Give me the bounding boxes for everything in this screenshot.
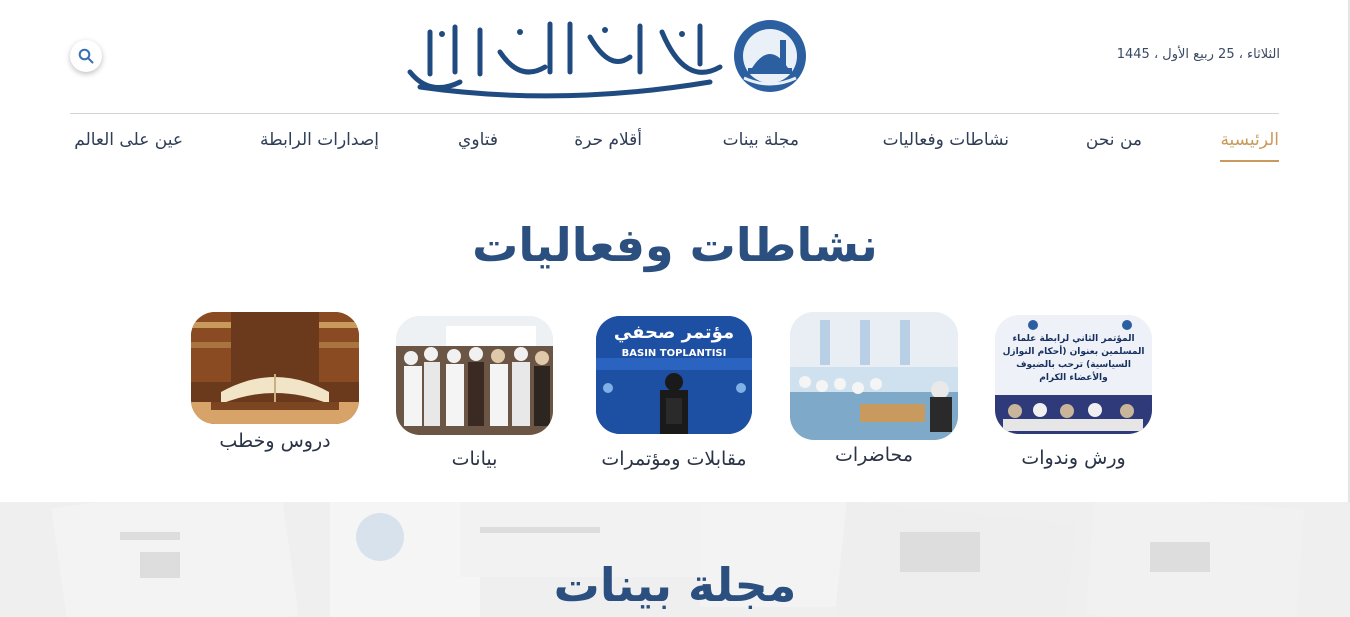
activity-label: محاضرات (834, 444, 913, 466)
hijri-date: الثلاثاء ، 25 ربيع الأول ، 1445 (1116, 47, 1280, 62)
nav-fatwas[interactable]: فتاوي (458, 130, 498, 150)
conferences-image-title: مؤتمر صحفي (613, 322, 735, 343)
search-icon (78, 48, 94, 64)
nav-magazine[interactable]: مجلة بينات (723, 130, 799, 150)
activity-label: ورش وندوات (1021, 447, 1126, 469)
activity-card-lessons[interactable]: دروس وخطب (191, 312, 359, 472)
activity-label: مقابلات ومؤتمرات (601, 448, 747, 470)
logo-emblem (734, 20, 806, 92)
lessons-image (191, 312, 359, 424)
activity-card-lectures[interactable]: محاضرات (790, 312, 958, 472)
activity-label: بيانات (451, 448, 498, 470)
conferences-image: مؤتمر صحفي BASIN TOPLANTISI (596, 316, 752, 434)
activities-title: نشاطات وفعاليات (472, 218, 878, 272)
nav-world-eye[interactable]: عين على العالم (74, 130, 183, 150)
nav-activities[interactable]: نشاطات وفعاليات (883, 130, 1009, 150)
nav-free-pens[interactable]: أقلام حرة (574, 130, 642, 150)
main-nav: الرئيسية من نحن نشاطات وفعاليات مجلة بين… (70, 126, 1279, 166)
activity-label: دروس وخطب (219, 430, 331, 452)
logo-calligraphy (407, 21, 723, 99)
activity-card-conferences[interactable]: مؤتمر صحفي BASIN TOPLANTISI مقابلات ومؤت… (596, 316, 752, 476)
nav-about[interactable]: من نحن (1086, 130, 1142, 150)
workshops-image: المؤتمر الثاني لرابطة علماء المسلمين بعن… (995, 315, 1152, 434)
site-logo[interactable] (400, 12, 810, 102)
lectures-image (790, 312, 958, 440)
activity-card-workshops[interactable]: المؤتمر الثاني لرابطة علماء المسلمين بعن… (995, 315, 1152, 475)
activity-card-statements[interactable]: بيانات (396, 316, 553, 476)
nav-home[interactable]: الرئيسية (1220, 130, 1279, 162)
conferences-image-subtitle: BASIN TOPLANTISI (621, 348, 727, 359)
nav-publications[interactable]: إصدارات الرابطة (260, 130, 379, 150)
magazine-title: مجلة بينات (553, 558, 797, 612)
site-header: الثلاثاء ، 25 ربيع الأول ، 1445 (0, 0, 1350, 113)
search-button[interactable] (70, 40, 102, 72)
workshops-image-text: المؤتمر الثاني لرابطة علماء المسلمين بعن… (1002, 334, 1145, 383)
statements-image (396, 316, 553, 435)
header-divider (70, 113, 1279, 114)
